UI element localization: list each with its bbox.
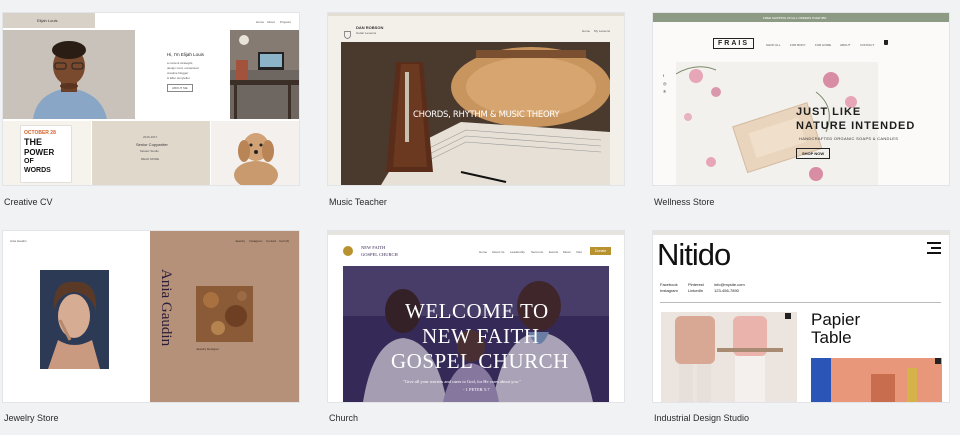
nav-item: FOR HOME	[815, 43, 832, 47]
dog-photo	[211, 121, 299, 185]
hero-heading: CHORDS, RHYTHM & MUSIC THEORY	[413, 110, 560, 120]
model-photo	[40, 270, 109, 369]
poster-line: POWER	[24, 148, 55, 157]
project-title: Papier	[811, 310, 861, 329]
nav-item: Home	[256, 20, 265, 24]
promo-banner: FREE SHIPPING ON ALL ORDERS OVER $50	[763, 16, 827, 20]
site-name: DAN ROBSON	[356, 25, 384, 30]
poster-line: THE	[24, 137, 42, 147]
template-caption[interactable]: Industrial Design Studio	[654, 413, 749, 423]
nav-item: Jewelry	[235, 239, 246, 243]
hero-heading: WELCOME TO	[405, 299, 549, 323]
project-title: Table	[811, 328, 852, 347]
intro-line: a content strategist,	[167, 61, 194, 65]
instagram-icon[interactable]: ◎	[663, 81, 667, 86]
nav-item: Leadership	[510, 250, 525, 254]
nav-item: About	[267, 20, 275, 24]
hero-verse: "Give all your worries and cares to God,…	[403, 379, 521, 384]
hero-heading: NEW FAITH	[422, 324, 540, 348]
project-photo	[661, 312, 797, 402]
nav-item: My Lessons	[594, 29, 611, 33]
nav-item: FOR BODY	[790, 43, 806, 47]
jewelry-photo	[196, 286, 253, 342]
nav-item: Music	[563, 250, 571, 254]
site-logo: FRAIS	[713, 38, 754, 49]
hero-tagline: HANDCRAFTED ORGANIC SOAPS & CANDLES	[799, 136, 899, 141]
poster-line: OF	[24, 158, 34, 165]
template-thumbnail[interactable]: Elijah Louis Home About Projects Hi, I'm…	[3, 13, 299, 185]
template-thumbnail[interactable]: Nitido Facebook Pinterest info@mysite.co…	[653, 231, 949, 402]
nav-item: Home	[479, 250, 488, 254]
cart-icon[interactable]	[884, 40, 888, 45]
contact-item: Pinterest	[688, 282, 704, 287]
contact-item: Facebook	[660, 282, 678, 287]
contact-item: Instagram	[660, 288, 678, 293]
nav-item: Events	[549, 250, 559, 254]
hero-headline: NATURE INTENDED	[796, 120, 916, 132]
nav-item: SHOP ALL	[766, 43, 781, 47]
site-logo: Nitido	[657, 237, 731, 272]
site-name: Ania Gaudin	[10, 239, 27, 243]
contact-item: 123-456-7890	[714, 288, 739, 293]
nav-item: Visit	[576, 250, 582, 254]
nav-item: Contact	[266, 239, 277, 243]
template-caption[interactable]: Creative CV	[4, 197, 53, 207]
job-title: Senior Copywriter	[136, 142, 168, 147]
template-caption[interactable]: Wellness Store	[654, 197, 714, 207]
facebook-icon[interactable]: f	[663, 73, 664, 78]
site-subtitle: Guitar Lessons	[356, 31, 377, 35]
site-name: NEW FAITH	[361, 245, 386, 250]
nav-item: About Us	[492, 250, 505, 254]
template-thumbnail[interactable]: DAN ROBSON Guitar Lessons Home My Lesson…	[328, 13, 624, 185]
poster-line: WORDS	[24, 167, 51, 174]
intro-line: creative blogger	[167, 71, 189, 75]
hero-subtitle: Jewelry Designer	[196, 347, 220, 351]
nav-item: Projects	[280, 20, 291, 24]
nav-item: ABOUT	[840, 43, 851, 47]
site-name: Elijah Louis	[37, 18, 58, 23]
hero-headline: JUST LIKE	[796, 106, 862, 118]
intro-line: & killer storyteller.	[167, 76, 191, 80]
template-caption[interactable]: Jewelry Store	[4, 413, 59, 423]
read-more-link[interactable]: READ MORE	[141, 157, 159, 161]
portrait-photo	[3, 30, 135, 119]
intro-heading: Hi, I'm Elijah Louis	[167, 52, 204, 57]
job-place: Mosaic Studio	[140, 149, 159, 153]
nav-item: Instagram	[249, 239, 263, 243]
shop-now-button[interactable]: SHOP NOW	[796, 148, 831, 159]
nav-item: Home	[582, 29, 591, 33]
church-logo-icon	[343, 246, 353, 256]
intro-line: design nerd, occasional	[167, 66, 199, 70]
nav-item: Sermons	[531, 250, 544, 254]
contact-item: info@mysite.com	[714, 282, 745, 287]
hero-title: Ania Gaudin	[158, 269, 174, 347]
template-caption[interactable]: Church	[329, 413, 358, 423]
workspace-photo	[230, 30, 299, 119]
contact-item: LinkedIn	[688, 288, 704, 293]
template-thumbnail[interactable]: Ania Gaudin Jewelry Instagram Contact Ca…	[3, 231, 299, 402]
site-name: GOSPEL CHURCH	[361, 252, 398, 257]
template-caption[interactable]: Music Teacher	[329, 197, 387, 207]
nav-item: CONTACT	[860, 43, 875, 47]
project-photo	[811, 358, 942, 402]
cart-link[interactable]: Cart (0)	[279, 239, 289, 243]
donate-button[interactable]: Donate	[590, 247, 612, 255]
template-thumbnail[interactable]: FREE SHIPPING ON ALL ORDERS OVER $50 FRA…	[653, 13, 949, 185]
hero-verse-ref: - 1 PETER 5:7	[463, 387, 490, 392]
expand-icon[interactable]	[785, 313, 791, 319]
menu-icon[interactable]	[927, 241, 941, 254]
hero-heading: GOSPEL CHURCH	[391, 349, 569, 373]
poster-line: OCTOBER 28	[24, 130, 56, 136]
expand-icon[interactable]	[935, 358, 941, 364]
job-date: 2016-2017	[143, 135, 158, 139]
pinterest-icon[interactable]: ℗	[663, 89, 666, 94]
template-thumbnail[interactable]: NEW FAITH GOSPEL CHURCH Home About Us Le…	[328, 231, 624, 402]
about-me-button[interactable]: ABOUT ME	[167, 84, 193, 92]
